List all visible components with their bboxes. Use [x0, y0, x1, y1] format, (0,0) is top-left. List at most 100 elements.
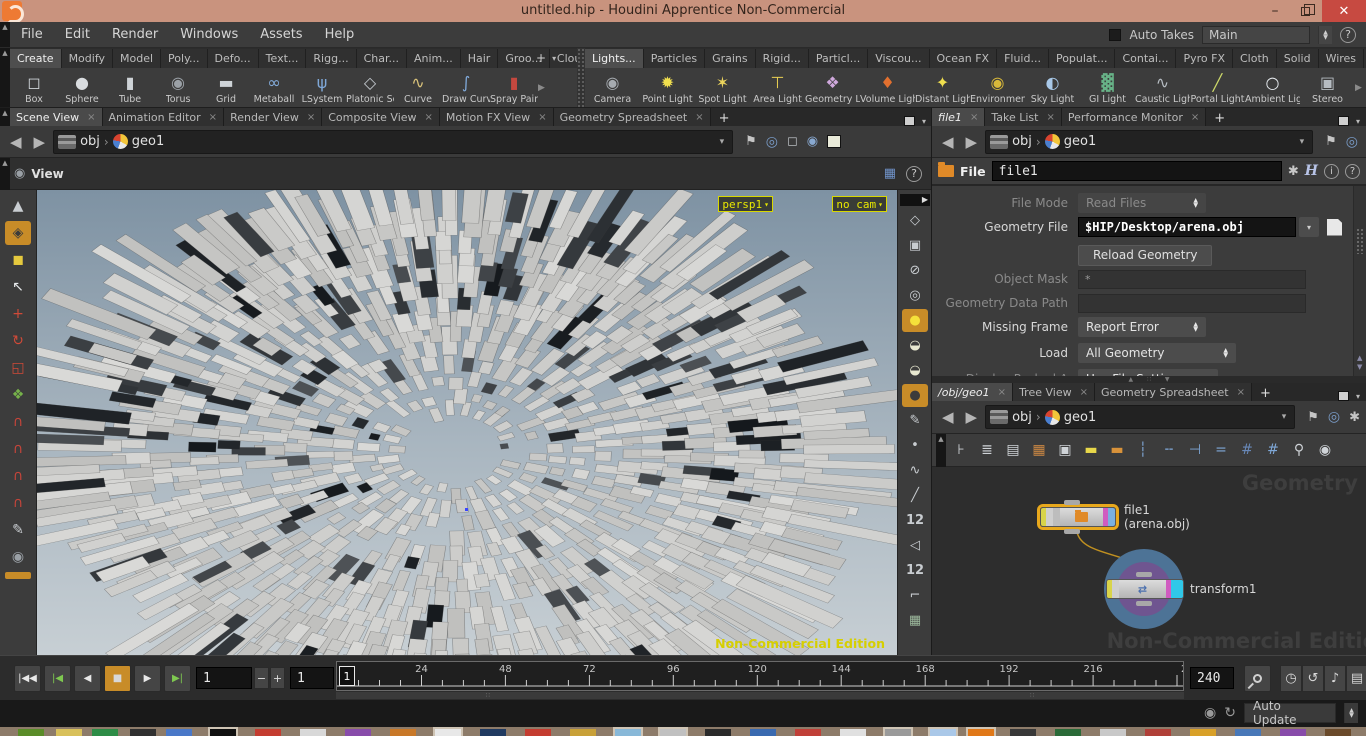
taskbar-item[interactable]: [840, 729, 866, 736]
taskbar-item[interactable]: [928, 727, 958, 736]
shelf-tab[interactable]: Particles: [643, 49, 706, 68]
reload-geometry-button[interactable]: Reload Geometry: [1078, 244, 1213, 266]
taskbar-item[interactable]: [1010, 729, 1036, 736]
toolbar-flyout-icon[interactable]: ▶: [900, 194, 930, 206]
toolbar-button[interactable]: ∩: [5, 410, 31, 434]
toolbar-button[interactable]: ◒: [902, 334, 928, 357]
breadcrumb-root[interactable]: obj: [80, 134, 100, 149]
loop-mode-button[interactable]: ↺: [1302, 665, 1324, 692]
transport-button[interactable]: ◀: [74, 665, 101, 692]
shelf-tab[interactable]: Defo...: [207, 49, 259, 68]
taskbar-item[interactable]: [166, 729, 192, 736]
taskbar-item[interactable]: [300, 729, 326, 736]
shelf-tab[interactable]: Populat...: [1048, 49, 1116, 68]
load-menu[interactable]: All Geometry ▲ ▼: [1078, 343, 1236, 363]
taskbar-item[interactable]: [345, 729, 371, 736]
toolbar-button[interactable]: ╱: [902, 484, 928, 507]
shelf-tab[interactable]: Solid: [1276, 49, 1319, 68]
transport-button[interactable]: ▶|: [164, 665, 191, 692]
shelf-tab[interactable]: Rigid...: [755, 49, 809, 68]
pin-icon[interactable]: ⚑: [1325, 134, 1337, 149]
close-icon[interactable]: ×: [998, 387, 1006, 398]
new-tab-icon[interactable]: +: [711, 111, 738, 126]
current-frame-field[interactable]: 1: [290, 667, 334, 689]
toolbar-button[interactable]: ◎: [902, 284, 928, 307]
close-icon[interactable]: ×: [695, 112, 703, 123]
param-scrollbar[interactable]: ▲ ▼: [1353, 186, 1366, 376]
frame-decrement-button[interactable]: −: [254, 667, 269, 689]
taskbar-item[interactable]: [130, 729, 156, 736]
shelf-tab[interactable]: Lights...: [585, 49, 644, 68]
toolbar-button[interactable]: ∩: [5, 437, 31, 461]
taskbar-item[interactable]: [613, 727, 643, 736]
shelf-tab[interactable]: Create: [10, 49, 62, 68]
shelf-tool[interactable]: ◐ Sky Light: [1025, 68, 1080, 108]
range-start-field[interactable]: 1: [196, 667, 252, 689]
follow-selection-icon[interactable]: ◎: [1346, 134, 1358, 150]
network-tool-button[interactable]: ▦: [1028, 439, 1050, 461]
shelf-tab[interactable]: Grains: [705, 49, 756, 68]
transport-button[interactable]: ▶: [134, 665, 161, 692]
transport-button[interactable]: |◀◀: [14, 665, 41, 692]
pane-menu-arrow-icon[interactable]: ▾: [1356, 117, 1360, 126]
audio-button[interactable]: ♪: [1324, 665, 1346, 692]
taskbar-item[interactable]: [525, 729, 551, 736]
network-tool-button[interactable]: ▤: [1002, 439, 1024, 461]
taskbar-item[interactable]: [1190, 729, 1216, 736]
frame-increment-button[interactable]: +: [270, 667, 285, 689]
camera-menu[interactable]: persp1 ▾: [718, 196, 773, 212]
shelf-tool[interactable]: ◻ Box: [10, 68, 58, 108]
nav-back-icon[interactable]: ◀: [6, 133, 26, 151]
nav-back-icon[interactable]: ◀: [938, 133, 958, 151]
menu-item[interactable]: File: [10, 22, 54, 47]
shelf-overflow-arrow-icon[interactable]: ▶: [1355, 68, 1366, 108]
taskbar-item[interactable]: [705, 729, 731, 736]
network-tool-button[interactable]: ⊣: [1184, 439, 1206, 461]
current-frame-marker[interactable]: 1: [339, 666, 355, 686]
range-end-field[interactable]: 240: [1190, 667, 1234, 689]
close-icon[interactable]: ×: [970, 112, 978, 123]
path-dropdown-icon[interactable]: ▾: [716, 137, 729, 147]
network-tool-button[interactable]: #: [1236, 439, 1258, 461]
close-icon[interactable]: ×: [209, 112, 217, 123]
network-tool-button[interactable]: ▬: [1080, 439, 1102, 461]
node-output-nub[interactable]: [1136, 601, 1152, 606]
toolbar-button[interactable]: 12: [902, 559, 928, 582]
toolbar-button[interactable]: ●: [902, 384, 928, 407]
shelf-tab[interactable]: Anim...: [406, 49, 461, 68]
taskbar-item[interactable]: [92, 729, 118, 736]
houdini-engine-icon[interactable]: H: [1305, 163, 1318, 179]
shelf-tool[interactable]: ∫ Draw Curve: [442, 68, 490, 108]
breadcrumb-node[interactable]: geo1: [132, 134, 164, 149]
scene-viewport[interactable]: persp1 ▾ no cam ▾ Non-Commercial Edition: [37, 190, 897, 655]
taskbar-item[interactable]: [1280, 729, 1306, 736]
toolbar-button[interactable]: ⊘: [902, 259, 928, 282]
taskbar-item[interactable]: [1235, 729, 1261, 736]
node-file1[interactable]: [1040, 507, 1116, 527]
close-icon[interactable]: ×: [1191, 112, 1199, 123]
toolbar-button[interactable]: 12: [902, 509, 928, 532]
shelf-tool[interactable]: ◉ Torus: [154, 68, 202, 108]
close-icon[interactable]: ×: [1080, 387, 1088, 398]
node-input-nub[interactable]: [1064, 500, 1080, 505]
pin-icon[interactable]: ⚑: [745, 134, 757, 149]
realtime-toggle-button[interactable]: ◷: [1280, 665, 1302, 692]
pane-tab[interactable]: Render View ×: [224, 108, 323, 126]
shelf-tab[interactable]: Fluid...: [997, 49, 1049, 68]
toolbar-button[interactable]: ◇: [902, 209, 928, 232]
shelf-menu-arrow-icon[interactable]: ▾: [552, 54, 556, 63]
shelf-divider-grip[interactable]: [577, 48, 585, 107]
shelf-tab[interactable]: Poly...: [161, 49, 208, 68]
taskbar-item[interactable]: [966, 727, 996, 736]
shelf-tool[interactable]: ● Sphere: [58, 68, 106, 108]
shelf-add-tab-icon[interactable]: +: [536, 51, 546, 65]
nav-forward-icon[interactable]: ▶: [962, 408, 982, 426]
taskbar-item[interactable]: [255, 729, 281, 736]
shelf-tool[interactable]: ◇ Platonic Sol...: [346, 68, 394, 108]
follow-selection-icon[interactable]: ◎: [1328, 409, 1340, 425]
geometry-file-field[interactable]: $HIP/Desktop/arena.obj: [1078, 217, 1296, 237]
shelf-tab[interactable]: Text...: [258, 49, 307, 68]
toolbar-button[interactable]: ∿: [902, 459, 928, 482]
shelf-tool[interactable]: ○ Ambient Lig...: [1245, 68, 1300, 108]
network-tool-button[interactable]: =: [1210, 439, 1232, 461]
